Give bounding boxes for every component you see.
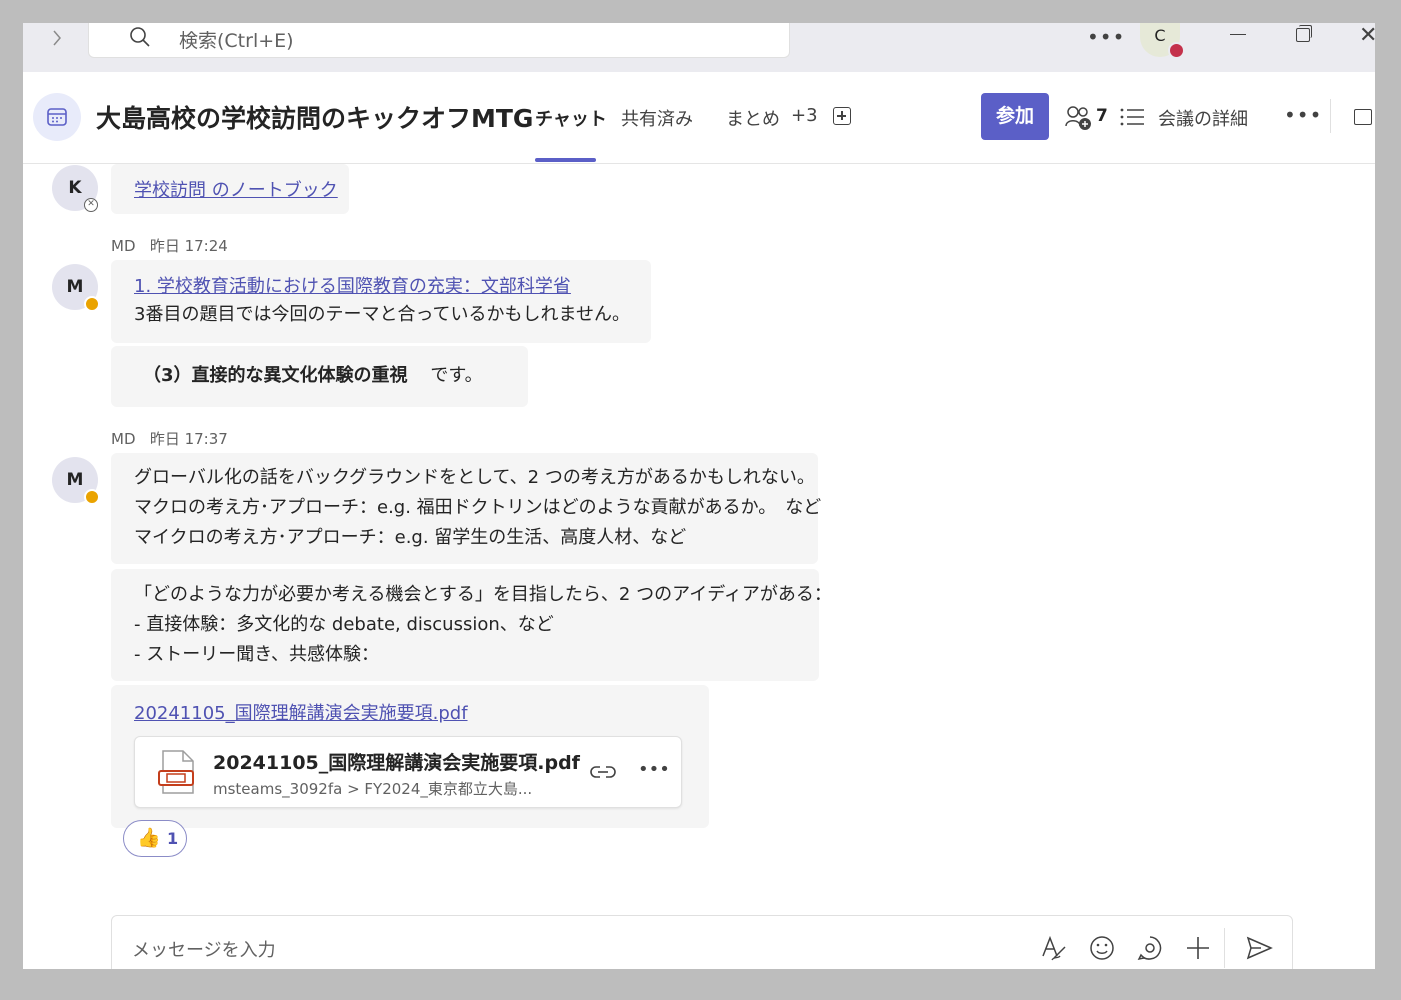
text-suffix: です。	[430, 365, 483, 386]
message-bubble: 学校訪問 のノートブック	[111, 164, 349, 214]
title-bar: 検索(Ctrl+E) ••• C ✕	[23, 23, 1375, 72]
away-status-icon	[84, 296, 100, 312]
teams-window: 検索(Ctrl+E) ••• C ✕ 大島高校の学校訪問のキックオフMTG チャ…	[23, 23, 1375, 969]
tab-shared[interactable]: 共有済み	[621, 105, 693, 131]
tab-summary[interactable]: まとめ	[726, 105, 780, 131]
send-icon[interactable]	[1245, 934, 1273, 962]
search-icon	[129, 26, 151, 48]
message-author: MD	[111, 237, 136, 255]
thumbs-up-icon: 👍	[137, 827, 161, 849]
participants-icon[interactable]	[1065, 105, 1093, 135]
message-input[interactable]: メッセージを入力	[132, 936, 276, 962]
search-input[interactable]: 検索(Ctrl+E)	[179, 26, 294, 53]
add-tab-icon[interactable]	[833, 107, 851, 125]
message-bubble: （3）直接的な異文化体験の重視 です。	[111, 346, 528, 407]
message-header: MD 昨日 17:37	[111, 428, 228, 449]
divider	[1224, 928, 1225, 968]
message-author: MD	[111, 430, 136, 448]
file-link[interactable]: 20241105_国際理解講演会実施要項.pdf	[134, 699, 468, 725]
message-bubble: 1. 学校教育活動における国際教育の充実：文部科学省 3番目の題目では今回のテー…	[111, 260, 651, 343]
away-status-icon	[84, 489, 100, 505]
reaction-count: 1	[167, 829, 179, 848]
active-tab-indicator	[535, 158, 596, 162]
link-icon[interactable]	[590, 762, 616, 786]
list-icon[interactable]	[1120, 107, 1146, 131]
join-button[interactable]: 参加	[981, 93, 1049, 140]
loop-icon[interactable]	[1136, 934, 1164, 962]
pdf-file-icon	[157, 749, 199, 799]
file-card[interactable]: 20241105_国際理解講演会実施要項.pdf msteams_3092fa …	[134, 736, 682, 808]
message-line: 「どのような力が必要か考える機会とする」を目指したら、2 つのアイディアがある：	[134, 584, 832, 605]
notebook-link[interactable]: 学校訪問 のノートブック	[134, 176, 338, 202]
message-bubble: 「どのような力が必要か考える機会とする」を目指したら、2 つのアイディアがある：…	[111, 569, 832, 681]
participants-count: 7	[1096, 106, 1108, 126]
format-icon[interactable]	[1040, 934, 1068, 962]
close-button[interactable]: ✕	[1359, 23, 1375, 48]
tab-more[interactable]: +3	[791, 105, 818, 126]
mext-link[interactable]: 1. 学校教育活動における国際教育の充実：文部科学省	[134, 272, 571, 298]
search-box[interactable]: 検索(Ctrl+E)	[88, 23, 790, 58]
reaction-button[interactable]: 👍 1	[123, 820, 187, 857]
tab-chat[interactable]: チャット	[535, 105, 607, 131]
page-title: 大島高校の学校訪問のキックオフMTG	[96, 104, 534, 133]
bold-heading: （3）直接的な異文化体験の重視	[143, 365, 408, 386]
meeting-header: 大島高校の学校訪問のキックオフMTG チャット 共有済み まとめ +3 参加 7…	[23, 72, 1375, 164]
message-timestamp: 昨日 17:24	[149, 237, 228, 255]
side-panel-icon[interactable]	[1354, 109, 1372, 125]
more-options-icon[interactable]: •••	[1284, 103, 1322, 127]
emoji-icon[interactable]	[1088, 934, 1116, 962]
meeting-details-button[interactable]: 会議の詳細	[1158, 105, 1248, 131]
message-timestamp: 昨日 17:37	[149, 430, 228, 448]
message-text: 3番目の題目では今回のテーマと合っているかもしれません。	[134, 304, 631, 325]
message-bubble: グローバル化の話をバックグラウンドをとして、2 つの考え方があるかもしれない。 …	[111, 453, 822, 564]
message-line: グローバル化の話をバックグラウンドをとして、2 つの考え方があるかもしれない。	[134, 467, 815, 488]
message-line: - ストーリー聞き、共感体験：	[134, 644, 379, 665]
file-path: msteams_3092fa > FY2024_東京都立大島...	[213, 780, 533, 798]
more-options-icon[interactable]: •••	[638, 759, 670, 780]
message-line: - 直接体験：多文化的な debate, discussion、など	[134, 614, 554, 635]
offline-status-icon: ✕	[84, 198, 98, 212]
plus-icon[interactable]	[1184, 934, 1212, 962]
divider	[1330, 99, 1331, 133]
message-composer[interactable]: メッセージを入力	[111, 915, 1293, 969]
busy-status-icon	[1168, 42, 1185, 59]
minimize-button[interactable]	[1230, 34, 1246, 35]
message-line: マイクロの考え方･アプローチ：e.g. 留学生の生活、高度人材、など	[134, 527, 687, 548]
restore-button[interactable]	[1296, 28, 1310, 42]
calendar-icon	[33, 93, 81, 141]
chevron-right-icon[interactable]	[47, 28, 67, 48]
more-options-icon[interactable]: •••	[1087, 25, 1125, 49]
message-line: マクロの考え方･アプローチ：e.g. 福田ドクトリンはどのような貢献があるか。 …	[134, 497, 822, 518]
message-text: （3）直接的な異文化体験の重視 です。	[143, 361, 483, 391]
file-name: 20241105_国際理解講演会実施要項.pdf	[213, 752, 580, 774]
message-header: MD 昨日 17:24	[111, 235, 228, 256]
